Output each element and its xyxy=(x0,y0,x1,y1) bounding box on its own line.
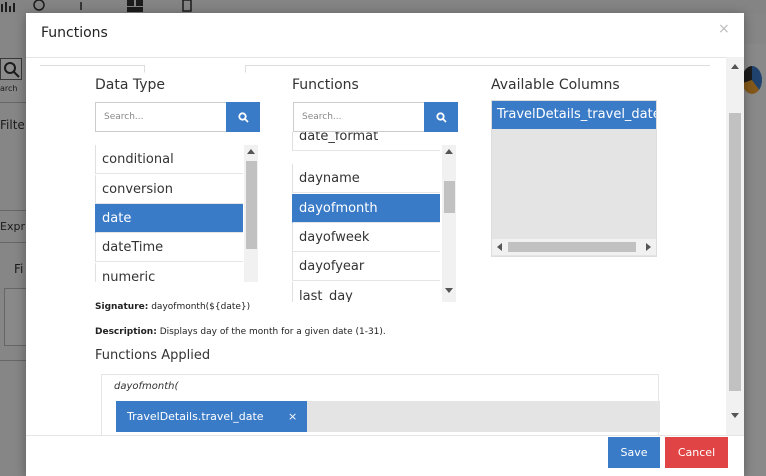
functions-applied-box: dayofmonth( TravelDetails.travel_date × xyxy=(101,374,660,436)
available-columns-hscrollbar[interactable] xyxy=(492,239,656,255)
chip-remove-icon[interactable]: × xyxy=(288,401,297,432)
applied-chip-label: TravelDetails.travel_date xyxy=(127,410,264,423)
functions-item-dayofmonth[interactable]: dayofmonth xyxy=(292,194,440,223)
scroll-up-icon[interactable] xyxy=(247,149,255,154)
scroll-thumb[interactable] xyxy=(246,161,257,249)
functions-item-date-format[interactable]: date_format xyxy=(292,132,440,151)
signature-value: dayofmonth(${date}) xyxy=(151,302,251,312)
footer-divider xyxy=(26,435,744,436)
available-columns-list: TravelDetails_travel_date xyxy=(491,100,657,257)
data-type-list: conditional conversion date dateTime num… xyxy=(95,132,260,282)
modal-body: Data Type conditional conversion date da… xyxy=(26,58,744,436)
column-item-travel-date[interactable]: TravelDetails_travel_date xyxy=(492,101,656,129)
scroll-up-icon[interactable] xyxy=(731,64,739,69)
data-type-item-date[interactable]: date xyxy=(95,204,243,233)
tab-strip-line xyxy=(40,65,710,73)
search-icon xyxy=(237,111,249,123)
data-type-item-conversion[interactable]: conversion xyxy=(95,175,243,204)
scroll-up-icon[interactable] xyxy=(445,149,453,154)
scroll-right-icon[interactable] xyxy=(646,243,651,251)
scroll-down-icon[interactable] xyxy=(731,413,739,418)
search-icon xyxy=(435,111,447,123)
scroll-down-icon[interactable] xyxy=(445,288,453,293)
functions-applied-label: Functions Applied xyxy=(95,348,211,363)
description-label: Description: xyxy=(95,327,157,337)
functions-search-button[interactable] xyxy=(424,102,458,132)
data-type-item-conditional[interactable]: conditional xyxy=(95,145,243,174)
functions-search xyxy=(293,102,458,132)
modal-title: Functions xyxy=(41,25,108,41)
functions-search-input[interactable] xyxy=(293,102,424,132)
scroll-thumb[interactable] xyxy=(729,113,741,391)
data-type-item-datetime[interactable]: dateTime xyxy=(95,233,243,262)
save-button[interactable]: Save xyxy=(608,437,660,468)
description-value: Displays day of the month for a given da… xyxy=(159,327,386,337)
tab-active-edge xyxy=(144,65,246,73)
functions-modal: Functions × Data Type conditional conver… xyxy=(26,13,744,476)
functions-scrollbar[interactable] xyxy=(442,145,456,302)
functions-item-dayofweek[interactable]: dayofweek xyxy=(292,223,440,252)
available-columns-label: Available Columns xyxy=(491,77,620,93)
data-type-search xyxy=(95,102,260,132)
modal-scrollbar[interactable] xyxy=(726,57,744,435)
scroll-thumb[interactable] xyxy=(444,181,455,213)
functions-item-last-day[interactable]: last_day xyxy=(292,282,440,302)
applied-chip[interactable]: TravelDetails.travel_date × xyxy=(116,401,307,432)
scroll-left-icon[interactable] xyxy=(497,243,502,251)
signature-line: Signature: dayofmonth(${date}) xyxy=(95,302,250,312)
description-line: Description: Displays day of the month f… xyxy=(95,327,386,337)
data-type-scrollbar[interactable] xyxy=(244,145,258,282)
applied-expression[interactable]: dayofmonth( xyxy=(114,381,178,392)
data-type-label: Data Type xyxy=(95,77,166,93)
functions-item-dayofyear[interactable]: dayofyear xyxy=(292,252,440,281)
data-type-search-button[interactable] xyxy=(226,102,260,132)
functions-list: date_format dayname dayofmonth dayofweek… xyxy=(292,132,458,302)
functions-item-dayname[interactable]: dayname xyxy=(292,164,440,193)
close-icon[interactable]: × xyxy=(718,21,730,37)
scroll-thumb[interactable] xyxy=(508,242,636,252)
cancel-button[interactable]: Cancel xyxy=(665,437,728,468)
data-type-search-input[interactable] xyxy=(95,102,226,132)
applied-chip-bar: TravelDetails.travel_date × xyxy=(116,401,660,432)
signature-label: Signature: xyxy=(95,302,149,312)
functions-label: Functions xyxy=(292,77,359,93)
data-type-item-numeric[interactable]: numeric xyxy=(95,263,243,282)
